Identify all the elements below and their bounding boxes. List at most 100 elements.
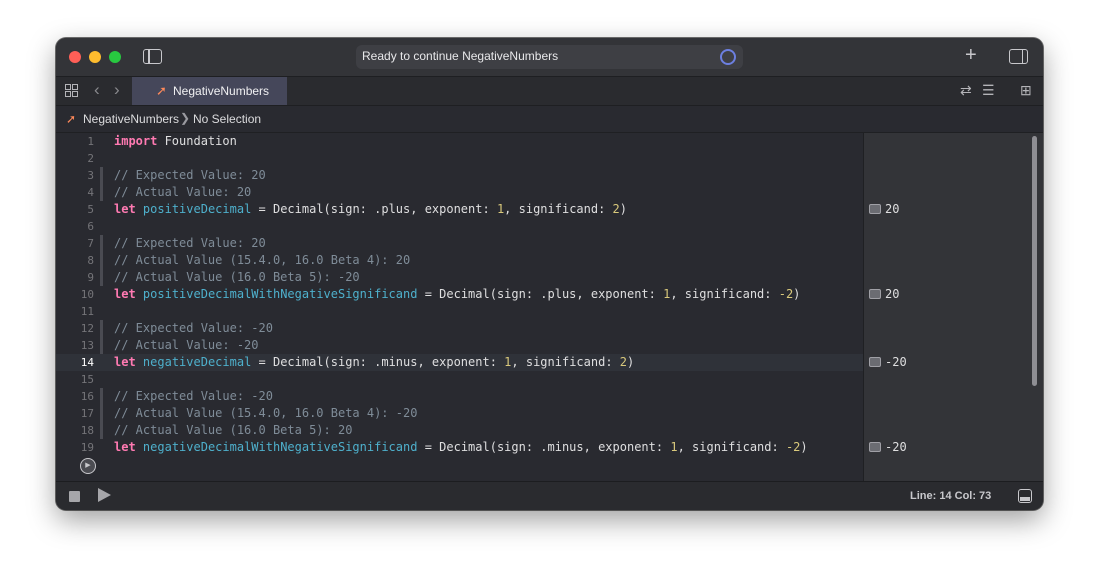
add-editor-icon[interactable]: ⊞	[1020, 82, 1032, 99]
code-line[interactable]: 19 let negativeDecimalWithNegativeSignif…	[56, 439, 863, 456]
keyword: let	[114, 355, 136, 369]
code-line[interactable]: 15	[56, 371, 863, 388]
code-text: )	[619, 202, 628, 216]
quick-look-icon[interactable]	[869, 442, 881, 452]
line-number: 19	[80, 441, 94, 454]
result-value[interactable]: -20	[869, 439, 907, 456]
code-line[interactable]: 3 // Expected Value: 20	[56, 167, 863, 184]
code-line[interactable]: 18 // Actual Value (16.0 Beta 5): 20	[56, 422, 863, 439]
stop-icon[interactable]	[69, 491, 80, 502]
quick-look-icon[interactable]	[869, 357, 881, 367]
swift-icon: ➚	[156, 83, 167, 98]
code-text: , significand:	[511, 355, 620, 369]
tab-negativenumbers[interactable]: ➚ NegativeNumbers	[132, 77, 287, 105]
comment: // Actual Value (15.4.0, 16.0 Beta 4): 2…	[114, 253, 411, 267]
zoom-window-button[interactable]	[109, 51, 121, 63]
code-line[interactable]: 6	[56, 218, 863, 235]
result-value[interactable]: 20	[869, 201, 899, 218]
close-window-button[interactable]	[69, 51, 81, 63]
code-text: , significand:	[677, 440, 786, 454]
line-number: 3	[87, 169, 94, 182]
code-text: = Decimal(sign: .plus, exponent:	[417, 287, 664, 301]
code-text: , significand:	[670, 287, 779, 301]
comment: // Actual Value (15.4.0, 16.0 Beta 4): -…	[114, 406, 418, 420]
line-number: 9	[87, 271, 94, 284]
identifier: negativeDecimalWithNegativeSignificand	[142, 440, 418, 454]
line-number: 2	[87, 152, 94, 165]
identifier: positiveDecimalWithNegativeSignificand	[142, 287, 418, 301]
line-number: 4	[87, 186, 94, 199]
code-text: = Decimal(sign: .minus, exponent:	[251, 355, 505, 369]
comment: // Expected Value: -20	[114, 321, 273, 335]
quick-look-icon[interactable]	[869, 289, 881, 299]
code-text: = Decimal(sign: .minus, exponent:	[417, 440, 671, 454]
line-number: 14	[80, 356, 94, 369]
minimize-window-button[interactable]	[89, 51, 101, 63]
cursor-position: Line: 14 Col: 73	[910, 490, 992, 502]
line-number: 5	[87, 203, 94, 216]
swap-arrows-icon[interactable]: ⇄	[960, 82, 972, 99]
code-line[interactable]: 10 let positiveDecimalWithNegativeSignif…	[56, 286, 863, 303]
identifier: negativeDecimal	[142, 355, 252, 369]
quick-look-icon[interactable]	[869, 204, 881, 214]
code-line[interactable]: 9 // Actual Value (16.0 Beta 5): -20	[56, 269, 863, 286]
line-number: 13	[80, 339, 94, 352]
number-literal: 2	[612, 202, 620, 216]
editor-options-icon[interactable]: ☰	[982, 82, 995, 99]
forward-arrow-icon[interactable]: ›	[114, 80, 120, 100]
code-text: )	[793, 287, 801, 301]
line-number: 15	[80, 373, 94, 386]
code-line[interactable]: 2	[56, 150, 863, 167]
play-icon[interactable]	[98, 488, 111, 502]
keyword: let	[114, 202, 136, 216]
tab-bar: ‹ › ➚ NegativeNumbers ⇄ ☰ ⊞	[56, 76, 1043, 106]
code-line[interactable]: 7 // Expected Value: 20	[56, 235, 863, 252]
comment: // Actual Value (16.0 Beta 5): -20	[114, 270, 360, 284]
comment: // Actual Value: -20	[114, 338, 259, 352]
code-line[interactable]: 1 import Foundation	[56, 133, 863, 150]
jump-bar: ➚ NegativeNumbers ❯ No Selection	[56, 106, 1043, 133]
result-value[interactable]: 20	[869, 286, 899, 303]
number-literal: -2	[778, 287, 794, 301]
vertical-scrollbar[interactable]	[1032, 136, 1037, 386]
code-line[interactable]: 16 // Expected Value: -20	[56, 388, 863, 405]
status-text: Ready to continue NegativeNumbers	[362, 49, 559, 63]
code-text: , significand:	[504, 202, 613, 216]
code-text: = Decimal(sign: .plus, exponent:	[251, 202, 497, 216]
code-line[interactable]: 8 // Actual Value (15.4.0, 16.0 Beta 4):…	[56, 252, 863, 269]
code-line[interactable]: 12 // Expected Value: -20	[56, 320, 863, 337]
title-bar: Ready to continue NegativeNumbers +	[56, 38, 1043, 76]
keyword: let	[114, 440, 136, 454]
comment: // Expected Value: -20	[114, 389, 273, 403]
breadcrumb-file[interactable]: NegativeNumbers	[83, 112, 179, 126]
code-line[interactable]: 5 let positiveDecimal = Decimal(sign: .p…	[56, 201, 863, 218]
debug-bar: Line: 14 Col: 73	[56, 481, 1043, 510]
line-number: 18	[80, 424, 94, 437]
code-line[interactable]: 11	[56, 303, 863, 320]
line-number: 16	[80, 390, 94, 403]
line-number: 11	[80, 305, 94, 318]
related-items-icon[interactable]	[65, 84, 78, 97]
source-editor[interactable]: 1 import Foundation 2 3 // Expected Valu…	[56, 133, 863, 481]
number-literal: 1	[670, 440, 678, 454]
console-toggle-icon[interactable]	[1018, 489, 1032, 503]
line-number: 1	[87, 135, 94, 148]
code-line-current[interactable]: 14 let negativeDecimal = Decimal(sign: .…	[56, 354, 863, 371]
result-value[interactable]: -20	[869, 354, 907, 371]
code-line[interactable]: 4 // Actual Value: 20	[56, 184, 863, 201]
inspector-toggle-icon[interactable]	[1009, 49, 1028, 64]
add-library-icon[interactable]: +	[965, 45, 977, 65]
results-sidebar: 20 20 -20 -20	[863, 133, 1043, 481]
line-number: 10	[80, 288, 94, 301]
navigator-toggle-icon[interactable]	[143, 49, 162, 64]
breadcrumb-selection[interactable]: No Selection	[193, 112, 261, 126]
keyword: let	[114, 287, 136, 301]
number-literal: -2	[785, 440, 801, 454]
back-arrow-icon[interactable]: ‹	[94, 80, 100, 100]
run-playground-icon[interactable]: ▶	[80, 458, 96, 474]
code-line[interactable]: 17 // Actual Value (15.4.0, 16.0 Beta 4)…	[56, 405, 863, 422]
code-text: )	[627, 355, 635, 369]
line-number: 7	[87, 237, 94, 250]
code-line[interactable]: 13 // Actual Value: -20	[56, 337, 863, 354]
identifier: positiveDecimal	[142, 202, 252, 216]
